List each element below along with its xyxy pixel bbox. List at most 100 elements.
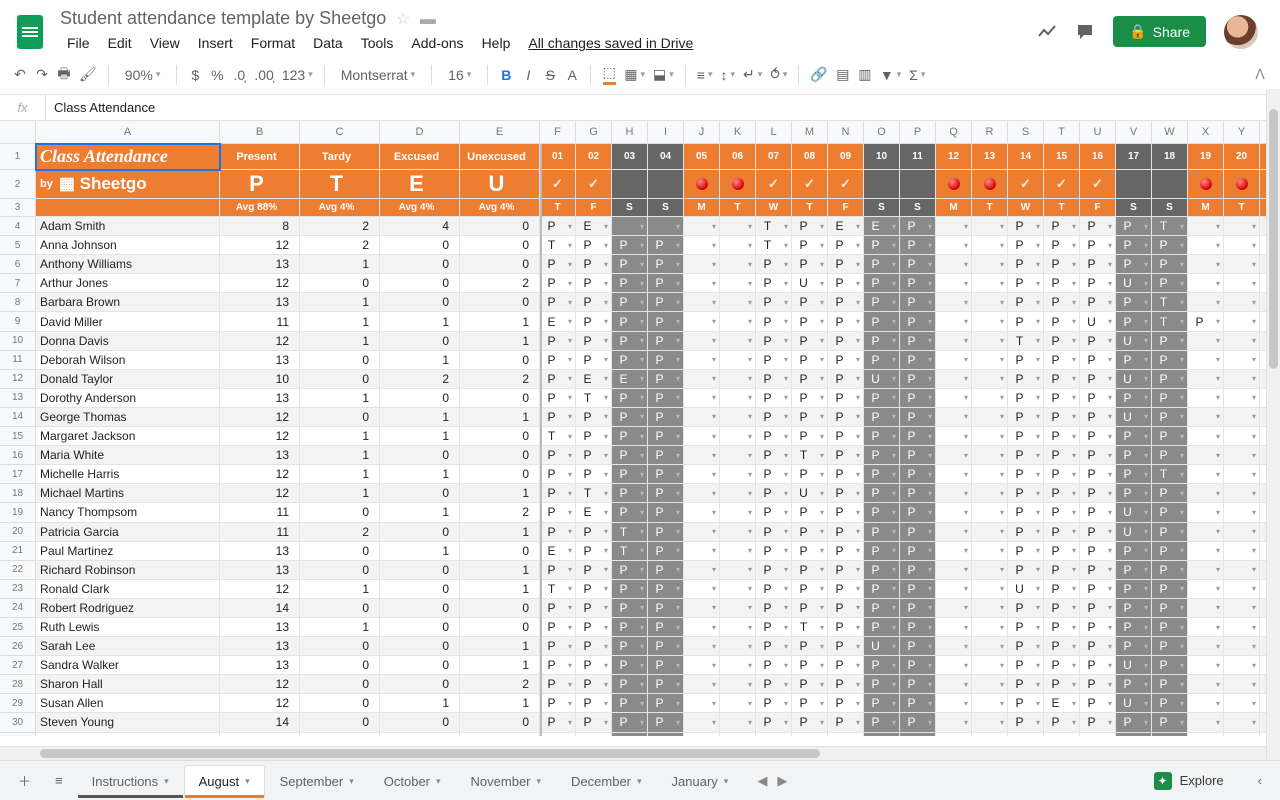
cell[interactable] [684,580,720,599]
cell[interactable] [936,312,972,331]
cell[interactable]: P [1080,217,1116,236]
cell[interactable]: 1 [380,312,460,331]
cell[interactable]: P [756,599,792,618]
cell[interactable]: P [792,561,828,580]
cell[interactable]: U [1116,332,1152,351]
cell[interactable]: P [648,389,684,408]
cell[interactable] [1188,733,1224,736]
cell[interactable]: 0 [380,618,460,637]
cell[interactable]: P [900,484,936,503]
cell[interactable]: 11 [900,144,936,170]
cell[interactable] [720,236,756,255]
cell[interactable] [720,351,756,370]
cell[interactable] [720,293,756,312]
cell[interactable] [1224,274,1260,293]
cell[interactable] [1188,170,1224,199]
cell[interactable] [1188,656,1224,675]
sheet-tab[interactable]: January [657,765,744,797]
cell[interactable] [684,637,720,656]
cell[interactable]: P [540,255,576,274]
cell[interactable]: P [864,733,900,736]
col-header[interactable]: W [1152,121,1188,143]
cell[interactable] [720,675,756,694]
col-header[interactable]: O [864,121,900,143]
cell-name[interactable]: Deborah Wilson [36,351,220,370]
cell[interactable]: 1 [300,312,380,331]
cell[interactable]: P [540,351,576,370]
cell[interactable]: P [576,675,612,694]
cell[interactable]: P [864,408,900,427]
cell[interactable]: P [1080,694,1116,713]
cell[interactable]: 12 [220,408,300,427]
cell[interactable]: U [1080,312,1116,331]
row-header[interactable]: 13 [0,389,36,408]
cell[interactable]: P [792,694,828,713]
cell[interactable]: P [540,389,576,408]
cell[interactable]: 12 [220,236,300,255]
cell[interactable]: P [1008,637,1044,656]
cell[interactable] [972,713,1008,732]
cell-name[interactable]: Steven Young [36,713,220,732]
cell[interactable]: P [648,427,684,446]
menu-file[interactable]: File [60,31,97,55]
cell[interactable]: P [612,561,648,580]
cell[interactable] [1224,484,1260,503]
cell[interactable]: P [1080,465,1116,484]
cell[interactable]: P [612,484,648,503]
cell[interactable]: T [792,446,828,465]
cell[interactable]: 1 [380,408,460,427]
cell[interactable] [1080,170,1116,199]
cell[interactable]: P [900,694,936,713]
cell[interactable]: P [1080,503,1116,522]
cell[interactable] [648,170,684,199]
cell[interactable] [720,599,756,618]
cell[interactable]: U [864,370,900,389]
cell[interactable]: P [1044,312,1080,331]
col-header[interactable]: U [1080,121,1116,143]
cell[interactable]: P [792,236,828,255]
dec-increase-button[interactable]: .00̩ [251,62,276,88]
cell[interactable]: P [864,694,900,713]
cell[interactable] [936,389,972,408]
cell[interactable] [684,408,720,427]
zoom-select[interactable]: 90% [117,62,169,88]
cell[interactable]: P [1152,523,1188,542]
cell[interactable]: 0 [300,599,380,618]
cell[interactable]: P [1044,427,1080,446]
cell[interactable]: P [900,733,936,736]
row-header[interactable]: 22 [0,561,36,580]
cell[interactable]: P [900,618,936,637]
cell[interactable] [720,618,756,637]
cell[interactable]: P [540,274,576,293]
cell[interactable]: P [828,389,864,408]
cell[interactable]: 0 [380,236,460,255]
cell[interactable]: 1 [460,523,540,542]
cell[interactable]: 0 [380,389,460,408]
cell[interactable]: U [1116,503,1152,522]
cell[interactable]: P [1152,503,1188,522]
cell[interactable]: P [540,446,576,465]
cell[interactable]: 12 [936,144,972,170]
col-header[interactable]: G [576,121,612,143]
cell[interactable]: E [380,170,460,199]
cell[interactable]: P [1116,312,1152,331]
cell[interactable]: 0 [460,713,540,732]
col-header[interactable]: Q [936,121,972,143]
cell[interactable]: P [576,446,612,465]
cell[interactable]: P [1116,713,1152,732]
side-panel-toggle[interactable]: ‹ [1248,767,1272,794]
cell[interactable]: P [756,293,792,312]
cell[interactable]: P [792,733,828,736]
cell[interactable]: P [1044,561,1080,580]
cell[interactable] [972,503,1008,522]
cell[interactable]: P [792,351,828,370]
cell[interactable]: P [1116,618,1152,637]
cell[interactable] [720,332,756,351]
cell[interactable]: P [1080,523,1116,542]
menu-help[interactable]: Help [475,31,518,55]
undo-button[interactable]: ↶ [10,62,30,88]
cell[interactable]: P [756,465,792,484]
cell[interactable]: P [792,675,828,694]
cell[interactable] [1188,523,1224,542]
cell[interactable]: 11 [220,312,300,331]
